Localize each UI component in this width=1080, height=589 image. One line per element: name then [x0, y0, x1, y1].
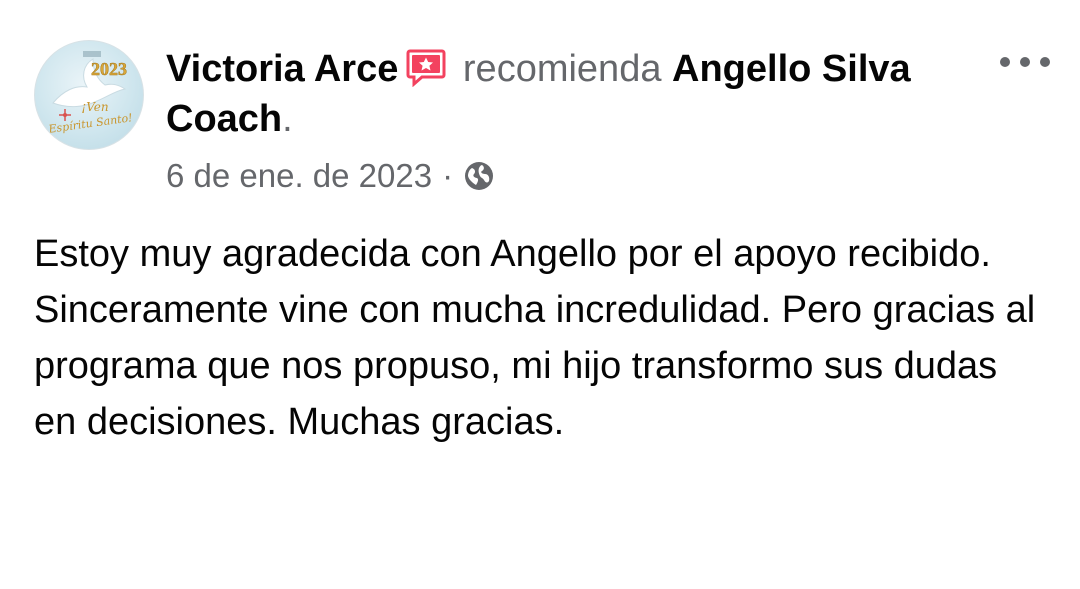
- avatar-year: 2023: [91, 59, 127, 79]
- more-options-button[interactable]: [1000, 50, 1050, 74]
- recommend-verb: recomienda: [462, 48, 662, 90]
- recommend-star-icon: [406, 49, 446, 88]
- post-body: Estoy muy agradecida con Angello por el …: [34, 226, 1044, 450]
- avatar-image: 2023 ¡Ven Espíritu Santo!: [47, 51, 133, 136]
- post-paragraph: Sinceramente vine con mucha incredulidad…: [34, 289, 1036, 443]
- globe-icon[interactable]: [463, 160, 495, 192]
- post-meta: 6 de ene. de 2023 ·: [166, 156, 495, 196]
- more-options-icon-dot: [1020, 57, 1030, 67]
- meta-separator: ·: [442, 157, 454, 194]
- post-paragraph: Estoy muy agradecida con Angello por el …: [34, 233, 991, 275]
- more-options-icon-dot: [1040, 57, 1050, 67]
- avatar-caption-1: ¡Ven: [81, 100, 108, 114]
- header-period: .: [282, 98, 293, 140]
- more-options-icon: [1000, 57, 1010, 67]
- post-date[interactable]: 6 de ene. de 2023: [166, 156, 432, 196]
- post-header: Victoria Arce recomienda Angello Silva C…: [166, 44, 946, 144]
- recommendation-post: 2023 ¡Ven Espíritu Santo! Victoria Arce …: [0, 0, 1080, 589]
- author-avatar[interactable]: 2023 ¡Ven Espíritu Santo!: [34, 40, 144, 150]
- author-name[interactable]: Victoria Arce: [166, 48, 398, 90]
